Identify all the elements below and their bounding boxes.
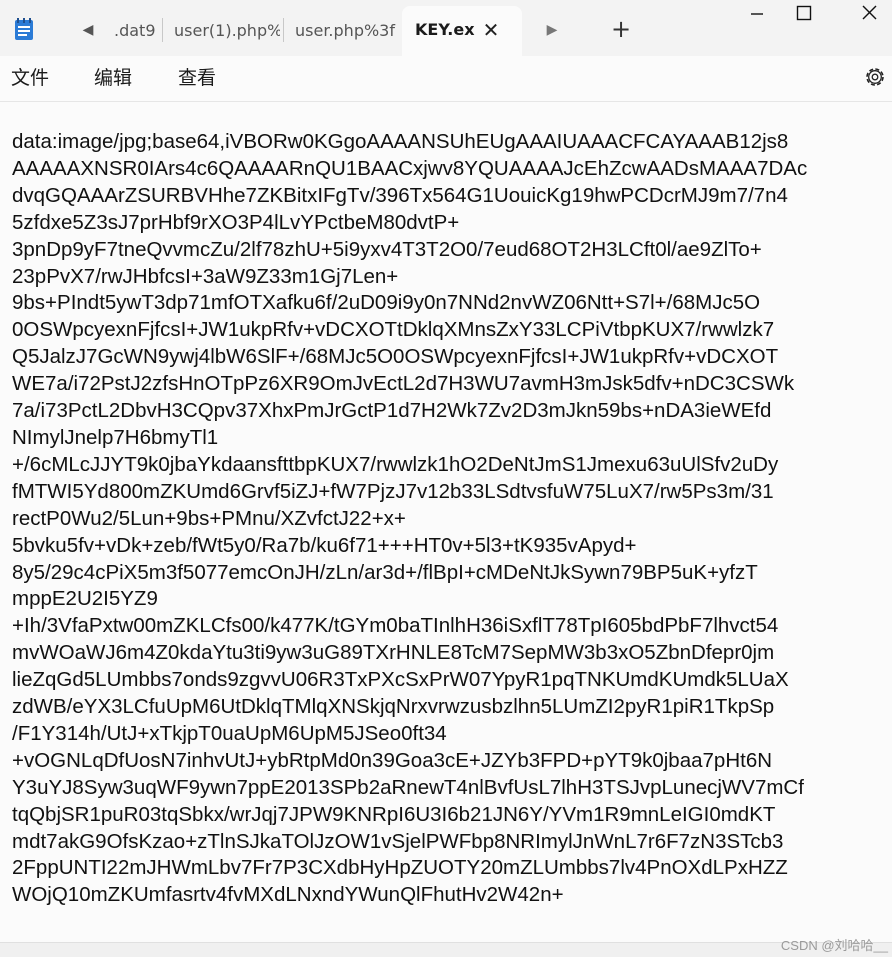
document-text[interactable]: data:image/jpg;base64,iVBORw0KGgoAAAANSU… — [12, 129, 888, 909]
menu-edit[interactable]: 编辑 — [94, 66, 132, 90]
text-line: 8y5/29c4cPiX5m3f5077emcOnJH/zLn/ar3d+/fl… — [12, 560, 758, 584]
text-line: +/6cMLcJJYT9k0jbaYkdaansfttbpKUX7/rwwlzk… — [12, 452, 779, 476]
tab-1[interactable]: user(1).php% — [164, 8, 280, 54]
text-line: zdWB/eYX3LCfuUpM6UtDklqTMlqXNSkjqNrxvrwz… — [12, 695, 775, 719]
text-line: WOjQ10mZKUmfasrtv4fvMXdLNxndYWunQlFhutHv… — [12, 883, 564, 907]
minimize-icon — [751, 13, 763, 15]
title-bar: ◀ .dat9 user(1).php% user.php%3f KEY.ex … — [0, 0, 892, 56]
notepad-app-icon — [15, 18, 33, 40]
text-line: NImylJnelp7H6bmyTl1 — [12, 425, 219, 449]
tab-label: KEY.ex — [415, 20, 475, 39]
text-line: +vOGNLqDfUosN7inhvUtJ+ybRtpMd0n39Goa3cE+… — [12, 748, 773, 772]
text-line: lieZqGd5LUmbbs7onds9zgvvU06R3TxPXcSxPrW0… — [12, 668, 789, 692]
text-line: 0OSWpcyexnFjfcsI+JW1ukpRfv+vDCXOTtDklqXM… — [12, 318, 775, 342]
maximize-button[interactable] — [780, 0, 826, 32]
status-bar — [0, 942, 892, 957]
text-line: tqQbjSR1puR03tqSbkx/wrJqj7JPW9KNRpI6U3I6… — [12, 802, 776, 826]
text-line: fMTWI5Yd800mZKUmd6Grvf5iZJ+fW7PjzJ7v12b3… — [12, 479, 774, 503]
tab-label: .dat9 — [114, 21, 156, 40]
menu-view[interactable]: 查看 — [178, 66, 216, 90]
text-line: WE7a/i72PstJ2zfsHnOTpPz6XR9OmJvEctL2d7H3… — [12, 372, 795, 396]
text-line: dvqGQAAArZSURBVHhe7ZKBitxIFgTv/396Tx564G… — [12, 183, 788, 207]
tab-2[interactable]: user.php%3f — [285, 8, 396, 54]
menu-file[interactable]: 文件 — [11, 66, 49, 90]
close-tab-icon[interactable]: ✕ — [478, 6, 504, 54]
menu-bar: 文件 编辑 查看 — [0, 56, 892, 102]
watermark: CSDN @刘哈哈__ — [780, 938, 888, 953]
close-window-button[interactable] — [846, 0, 892, 32]
tab-divider — [283, 18, 284, 42]
text-line: /F1Y314h/UtJ+xTkjpT0uaUpM6UpM5JSeo0ft34 — [12, 721, 447, 745]
text-line: mdt7akG9OfsKzao+zTlnSJkaTOlJzOW1vSjelPWF… — [12, 829, 784, 853]
text-line: 2FppUNTI22mJHWmLbv7Fr7P3CXdbHyHpZUOTY20m… — [12, 856, 788, 880]
tab-label: user(1).php% — [174, 21, 280, 40]
text-line: 9bs+PIndt5ywT3dp71mfOTXafku6f/2uD09i9y0n… — [12, 291, 761, 315]
tab-scroll-left-button[interactable]: ◀ — [78, 20, 98, 40]
text-line: 5zfdxe5Z3sJ7prHbf9rXO3P4lLvYPctbeM80dvtP… — [12, 210, 460, 234]
text-line: 7a/i73PctL2DbvH3CQpv37XhxPmJrGctP1d7H2Wk… — [12, 399, 772, 423]
text-line: 23pPvX7/rwJHbfcsI+3aW9Z33m1Gj7Len+ — [12, 264, 399, 288]
tab-scroll-right-button[interactable]: ▶ — [542, 20, 562, 40]
maximize-icon — [796, 5, 812, 21]
minimize-button[interactable] — [734, 0, 780, 32]
tab-label: user.php%3f — [295, 21, 395, 40]
text-line: data:image/jpg;base64,iVBORw0KGgoAAAANSU… — [12, 130, 789, 153]
text-line: 5bvku5fv+vDk+zeb/fWt5y0/Ra7b/ku6f71+++HT… — [12, 533, 637, 557]
close-icon — [862, 5, 877, 20]
new-tab-button[interactable]: + — [607, 16, 635, 44]
text-line: mppE2U2I5YZ9 — [12, 587, 158, 611]
tab-divider — [162, 18, 163, 42]
text-line: rectP0Wu2/5Lun+9bs+PMnu/XZvfctJ22+x+ — [12, 506, 406, 530]
text-line: 3pnDp9yF7tneQvvmcZu/2lf78zhU+5i9yxv4T3T2… — [12, 237, 762, 261]
text-editor-area[interactable]: data:image/jpg;base64,iVBORw0KGgoAAAANSU… — [0, 102, 892, 942]
text-line: AAAAAXNSR0IArs4c6QAAAARnQU1BAACxjwv8YQUA… — [12, 156, 808, 180]
text-line: Y3uYJ8Syw3uqWF9ywn7ppE2013SPb2aRnewT4nlB… — [12, 775, 804, 799]
text-line: +Ih/3VfaPxtw00mZKLCfs00/k477K/tGYm0baTIn… — [12, 614, 779, 638]
tab-0[interactable]: .dat9 — [104, 8, 160, 54]
text-line: mvWOaWJ6m4Z0kdaYtu3ti9yw3uG89TXrHNLE8TcM… — [12, 641, 775, 665]
tab-3-active[interactable]: KEY.ex ✕ — [402, 6, 522, 56]
text-line: Q5JalzJ7GcWN9ywj4lbW6SlF+/68MJc5O0OSWpcy… — [12, 345, 779, 369]
gear-icon[interactable] — [862, 64, 888, 90]
